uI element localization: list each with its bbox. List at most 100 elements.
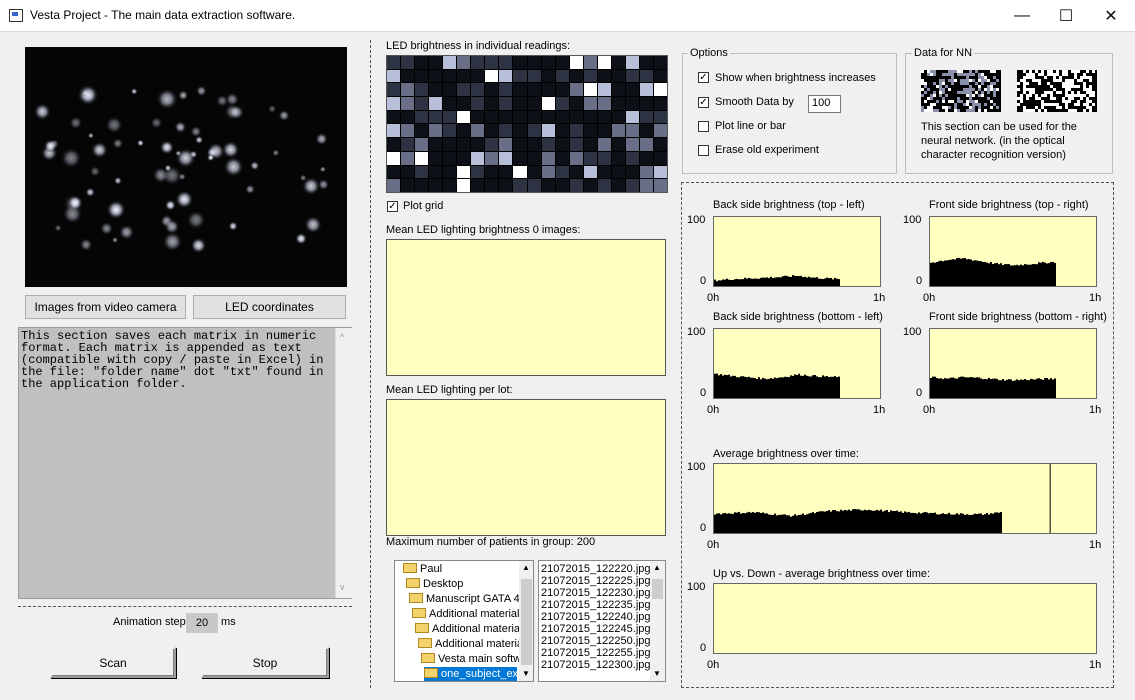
led-cell [471, 97, 485, 110]
scroll-up-icon[interactable]: ^ [340, 332, 344, 342]
tree-item[interactable]: Desktop [406, 577, 463, 592]
nn-pixel [993, 94, 996, 97]
scroll-down-icon[interactable]: v [340, 582, 345, 592]
erase-checkbox[interactable] [698, 145, 709, 156]
chart-bar [732, 280, 734, 286]
led-spot [249, 160, 260, 171]
file-item[interactable]: 21072015_122230.jpg [541, 587, 651, 599]
led-cell [415, 110, 429, 124]
files-scroll-up-icon[interactable]: ▲ [653, 563, 661, 572]
nn-pixel [942, 82, 945, 85]
nn-pixel [1035, 70, 1038, 73]
nn-pixel [1050, 85, 1053, 88]
led-cell [415, 151, 429, 165]
chart-bar [714, 279, 716, 286]
chart-bar [834, 376, 836, 398]
files-scroll-down-icon[interactable]: ▼ [653, 669, 661, 678]
nn-pixel [1017, 103, 1020, 106]
chart-bar [1052, 379, 1054, 398]
close-button[interactable]: ✕ [1088, 0, 1134, 31]
tree-item[interactable]: Additional materials [412, 607, 525, 622]
chart-bar [816, 512, 818, 533]
chart-bar [904, 511, 906, 533]
chart-bar [926, 512, 928, 533]
x-end-label: 1h [1089, 292, 1102, 304]
chart-bar [980, 261, 982, 286]
nn-pixel [981, 76, 984, 79]
chart-bar [776, 277, 778, 286]
chart-bar [826, 511, 828, 533]
tree-item[interactable]: Vesta main softw [421, 652, 521, 667]
led-cell [541, 138, 555, 151]
nn-pixel [924, 91, 927, 94]
maximize-button[interactable]: ☐ [1043, 0, 1089, 31]
led-cell [499, 97, 513, 110]
file-list[interactable]: 21072015_122220.jpg 21072015_122225.jpg 21… [538, 560, 666, 682]
chart-bar [1012, 381, 1014, 398]
led-spot [60, 147, 82, 169]
tree-scrollbar[interactable]: ▲ ▼ [519, 561, 533, 681]
tree-item[interactable]: Additional materia [418, 637, 523, 652]
plot-grid-checkbox[interactable]: ✓ [387, 201, 398, 212]
tree-item[interactable]: Additional material [415, 622, 523, 637]
file-item[interactable]: 21072015_122300.jpg [541, 659, 651, 671]
show-increase-checkbox[interactable]: ✓ [698, 72, 709, 83]
file-item[interactable]: 21072015_122245.jpg [541, 623, 651, 635]
smooth-value-input[interactable]: 100 [808, 95, 841, 113]
stop-button[interactable]: Stop [201, 647, 329, 678]
nn-pixel [1065, 100, 1068, 103]
minimize-button[interactable]: — [999, 0, 1045, 31]
folder-tree[interactable]: Paul Desktop Manuscript GATA 4 Additional m… [394, 560, 534, 682]
led-spot [105, 116, 124, 134]
tree-scroll-up-icon[interactable]: ▲ [522, 563, 530, 572]
file-item[interactable]: 21072015_122240.jpg [541, 611, 651, 623]
chart-bar [808, 376, 810, 398]
tree-scroll-down-icon[interactable]: ▼ [522, 669, 530, 678]
scan-button[interactable]: Scan [50, 647, 176, 678]
chart-bar [726, 375, 728, 398]
animation-step-input[interactable]: 20 [186, 613, 218, 633]
chart-bar [1016, 379, 1018, 398]
chart-bar [1032, 379, 1034, 398]
nn-pixel [972, 106, 975, 109]
file-item[interactable]: 21072015_122250.jpg [541, 635, 651, 647]
file-item[interactable]: 21072015_122225.jpg [541, 575, 651, 587]
file-item[interactable]: 21072015_122255.jpg [541, 647, 651, 659]
led-cell [597, 69, 611, 83]
smooth-checkbox[interactable]: ✓ [698, 97, 709, 108]
led-cell [387, 138, 401, 151]
led-spot [317, 178, 330, 191]
led-coordinates-button[interactable]: LED coordinates [193, 295, 346, 319]
chart-bar [934, 512, 936, 533]
tree-item[interactable]: one_subject_ex [424, 667, 518, 681]
tree-scroll-thumb[interactable] [521, 579, 532, 665]
nn-pixel [963, 88, 966, 91]
led-spot [216, 94, 229, 107]
plot-line-checkbox[interactable] [698, 121, 709, 132]
video-camera-button[interactable]: Images from video camera [25, 295, 186, 319]
led-cell [611, 124, 625, 138]
files-scrollbar[interactable]: ▲ ▼ [650, 561, 665, 681]
file-item[interactable]: 21072015_122220.jpg [541, 563, 651, 575]
nn-pixel [1023, 79, 1026, 82]
info-textarea[interactable]: This section saves each matrix in numeri… [18, 327, 352, 599]
tree-item[interactable]: Paul [403, 562, 442, 577]
nn-pixel [1089, 91, 1092, 94]
led-cell [597, 56, 611, 69]
chart-bar [804, 276, 806, 286]
info-scrollbar[interactable]: ^ v [335, 328, 352, 598]
led-cell [513, 179, 527, 192]
max-patients-label: Maximum number of patients in group: 200 [386, 536, 596, 548]
chart-bar [720, 280, 722, 286]
tree-item[interactable]: Manuscript GATA 4 [409, 592, 520, 607]
chart-bar [956, 378, 958, 398]
back-bottom-chart [713, 328, 881, 399]
led-cell [457, 83, 471, 97]
files-scroll-thumb[interactable] [652, 579, 663, 599]
nn-pixel [1056, 103, 1059, 106]
led-cell [443, 138, 457, 151]
nn-pixel [921, 94, 924, 97]
nn-pixel [1068, 88, 1071, 91]
led-cell [639, 124, 653, 138]
file-item[interactable]: 21072015_122235.jpg [541, 599, 651, 611]
